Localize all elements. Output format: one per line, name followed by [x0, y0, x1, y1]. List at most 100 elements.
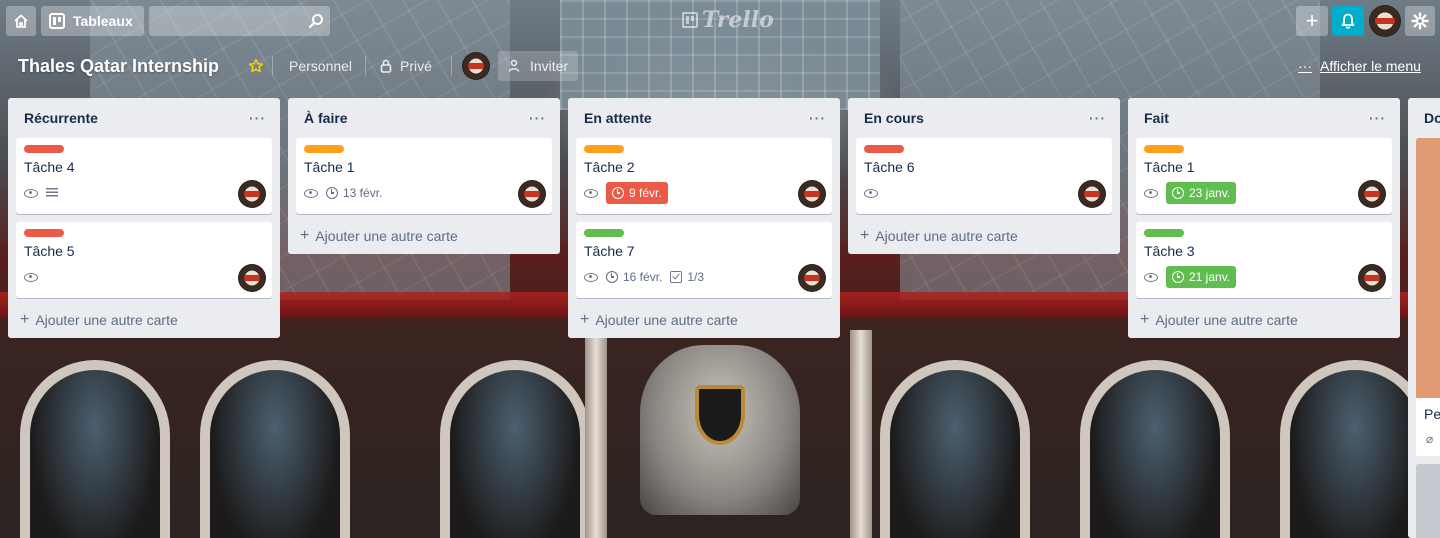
- card-title: Tâche 1: [304, 159, 355, 175]
- list-menu-icon[interactable]: ···: [529, 110, 546, 126]
- search-input[interactable]: [149, 6, 330, 36]
- card[interactable]: [1416, 464, 1440, 538]
- notifications-button[interactable]: [1332, 6, 1364, 36]
- invite-button[interactable]: Inviter: [498, 51, 579, 81]
- show-menu-button[interactable]: ··· Afficher le menu: [1288, 51, 1431, 81]
- card-label[interactable]: [24, 145, 64, 153]
- divider: [272, 56, 273, 76]
- card[interactable]: Pe ⌀: [1416, 398, 1440, 456]
- list-title[interactable]: En attente: [584, 110, 652, 126]
- eye-icon: [1144, 188, 1158, 198]
- card-badges: [24, 181, 264, 205]
- card-member-avatar[interactable]: [1358, 180, 1386, 208]
- settings-button[interactable]: [1405, 6, 1435, 36]
- due-date-badge-complete[interactable]: 23 janv.: [1166, 182, 1237, 204]
- due-date-badge-complete[interactable]: 21 janv.: [1166, 266, 1237, 288]
- boards-button[interactable]: Tableaux: [41, 6, 144, 36]
- add-card-button[interactable]: + Ajouter une autre carte: [16, 302, 272, 338]
- due-date-badge-overdue[interactable]: 9 févr.: [606, 182, 668, 204]
- card-label[interactable]: [304, 145, 344, 153]
- boards-label: Tableaux: [73, 13, 133, 29]
- list-menu-icon[interactable]: ···: [1369, 110, 1386, 126]
- privacy-label: Privé: [400, 58, 432, 74]
- watch-badge: [1144, 272, 1158, 282]
- invite-label: Inviter: [530, 58, 569, 74]
- list-title[interactable]: En cours: [864, 110, 924, 126]
- create-button[interactable]: +: [1296, 6, 1328, 36]
- card-title: Tâche 7: [584, 243, 635, 259]
- due-date: 23 janv.: [1189, 186, 1231, 200]
- card[interactable]: Tâche 3 21 janv.: [1136, 222, 1392, 298]
- divider: [365, 56, 366, 76]
- card-member-avatar[interactable]: [798, 180, 826, 208]
- attachment-icon: ⌀: [1426, 432, 1434, 446]
- card[interactable]: Tâche 5: [16, 222, 272, 298]
- privacy-button[interactable]: Privé: [370, 51, 442, 81]
- list-title[interactable]: À faire: [304, 110, 348, 126]
- card-member-avatar[interactable]: [518, 180, 546, 208]
- list-header[interactable]: En cours ···: [856, 98, 1112, 138]
- star-icon[interactable]: [246, 56, 266, 76]
- search-box[interactable]: [149, 6, 330, 36]
- card-member-avatar[interactable]: [1078, 180, 1106, 208]
- team-visibility-button[interactable]: Personnel: [279, 51, 362, 81]
- user-avatar[interactable]: [1369, 5, 1401, 37]
- card-label[interactable]: [864, 145, 904, 153]
- list-title[interactable]: Récurrente: [24, 110, 98, 126]
- card-title: Tâche 3: [1144, 243, 1195, 259]
- card[interactable]: Tâche 6: [856, 138, 1112, 214]
- list-title[interactable]: Fait: [1144, 110, 1169, 126]
- home-button[interactable]: [6, 6, 36, 36]
- clock-icon: [1172, 271, 1184, 283]
- list-a-faire: À faire ··· Tâche 1 13 févr. + Ajouter u…: [288, 98, 560, 254]
- watch-badge: [24, 188, 38, 198]
- card[interactable]: Tâche 1 23 janv.: [1136, 138, 1392, 214]
- add-card-button[interactable]: + Ajouter une autre carte: [296, 218, 552, 254]
- list-title[interactable]: Do: [1424, 110, 1440, 126]
- card-label[interactable]: [1144, 145, 1184, 153]
- add-card-button[interactable]: + Ajouter une autre carte: [576, 302, 832, 338]
- list-header[interactable]: À faire ···: [296, 98, 552, 138]
- card-badges: 23 janv.: [1144, 181, 1384, 205]
- card-cover[interactable]: [1416, 138, 1440, 398]
- add-card-label: Ajouter une autre carte: [875, 228, 1018, 244]
- list-menu-icon[interactable]: ···: [249, 110, 266, 126]
- card-member-avatar[interactable]: [798, 264, 826, 292]
- boards-icon: [49, 13, 65, 29]
- add-user-icon: [508, 59, 520, 72]
- crest-shield: [695, 385, 745, 445]
- arch: [20, 360, 170, 538]
- card-label[interactable]: [1144, 229, 1184, 237]
- list-header[interactable]: En attente ···: [576, 98, 832, 138]
- card-badges: 21 janv.: [1144, 265, 1384, 289]
- list-header[interactable]: Récurrente ···: [16, 98, 272, 138]
- card-label[interactable]: [584, 145, 624, 153]
- card-badges: [864, 181, 1104, 205]
- card-member-avatar[interactable]: [238, 264, 266, 292]
- card-member-avatar[interactable]: [238, 180, 266, 208]
- card[interactable]: Tâche 1 13 févr.: [296, 138, 552, 214]
- checklist-icon: [670, 271, 683, 283]
- due-date-badge[interactable]: 16 févr.: [606, 270, 662, 284]
- search-icon[interactable]: [308, 13, 324, 29]
- add-card-button[interactable]: + Ajouter une autre carte: [856, 218, 1112, 254]
- card-label[interactable]: [584, 229, 624, 237]
- board-member-avatar[interactable]: [462, 52, 490, 80]
- card[interactable]: Tâche 4: [16, 138, 272, 214]
- board-title[interactable]: Thales Qatar Internship: [18, 53, 219, 79]
- list-menu-icon[interactable]: ···: [1089, 110, 1106, 126]
- arch: [1080, 360, 1230, 538]
- add-card-button[interactable]: + Ajouter une autre carte: [1136, 302, 1392, 338]
- card-member-avatar[interactable]: [1358, 264, 1386, 292]
- card-title: Pe: [1424, 406, 1440, 422]
- arch: [880, 360, 1030, 538]
- list-header[interactable]: Fait ···: [1136, 98, 1392, 138]
- plus-icon: +: [1140, 311, 1150, 328]
- checklist-badge: 1/3: [670, 270, 704, 284]
- card-label[interactable]: [24, 229, 64, 237]
- due-date-badge[interactable]: 13 févr.: [326, 186, 382, 200]
- list-menu-icon[interactable]: ···: [809, 110, 826, 126]
- card[interactable]: Tâche 2 9 févr.: [576, 138, 832, 214]
- card[interactable]: Tâche 7 16 févr. 1/3: [576, 222, 832, 298]
- plus-icon: +: [1305, 8, 1319, 33]
